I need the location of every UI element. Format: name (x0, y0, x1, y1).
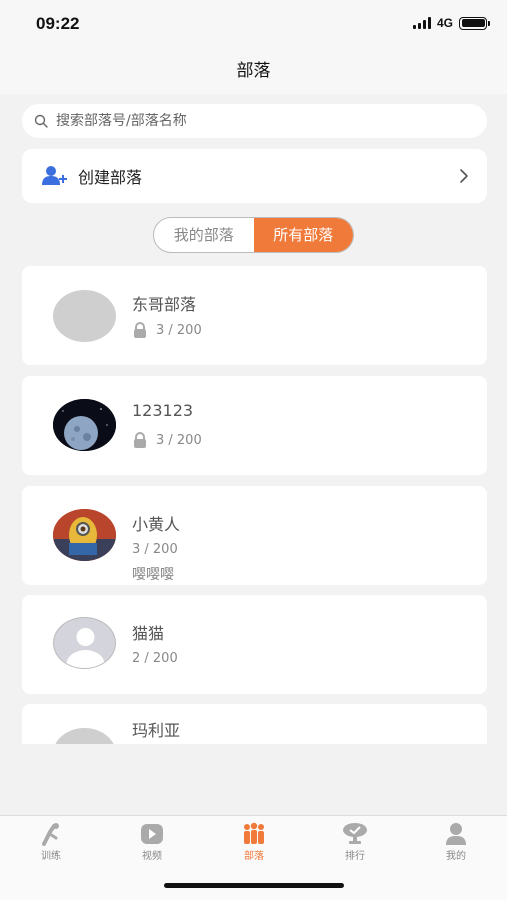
status-indicators: 4G (412, 16, 490, 30)
tribe-avatar (53, 399, 116, 451)
tab-label: 视频 (142, 851, 162, 862)
tribe-name: 小黄人 (132, 515, 181, 534)
chevron-right-icon (460, 169, 468, 183)
default-user-icon (66, 628, 105, 668)
search-bar[interactable] (22, 104, 487, 138)
tribe-list-item[interactable]: 小黄人 3 / 200 嘤嘤嘤 (22, 486, 487, 585)
tribe-member-count: 3 / 200 (132, 542, 178, 557)
tab-label: 部落 (244, 851, 264, 862)
battery-icon (459, 16, 490, 30)
tribe-list-item[interactable]: 玛利亚 (22, 704, 487, 744)
tab-label: 训练 (41, 851, 61, 862)
lock-icon (134, 322, 146, 338)
tribe-name: 玛利亚 (132, 721, 181, 740)
user-icon (446, 823, 466, 845)
status-time: 09:22 (36, 14, 80, 33)
create-tribe-button[interactable]: 创建部落 (22, 149, 487, 203)
trophy-icon (343, 823, 367, 844)
tab-label: 排行 (345, 851, 365, 862)
tribe-name: 东哥部落 (132, 295, 197, 314)
minion-image (53, 509, 116, 561)
tab-all-tribes[interactable]: 所有部落 (253, 218, 353, 252)
tab-training[interactable]: 训练 (21, 822, 81, 862)
tab-profile[interactable]: 我的 (426, 822, 486, 862)
create-tribe-label: 创建部落 (78, 168, 143, 187)
tab-ranking[interactable]: 排行 (325, 822, 385, 862)
member-count: 3 / 200 (156, 432, 202, 448)
tab-tribe[interactable]: 部落 (224, 822, 284, 862)
home-indicator[interactable] (164, 883, 344, 888)
tribe-description: 嘤嘤嘤 (132, 567, 174, 583)
tribe-list-item[interactable]: 东哥部落 3 / 200 (22, 266, 487, 365)
tab-video[interactable]: 视频 (122, 822, 182, 862)
tribe-icon (244, 822, 264, 844)
signal-icon (412, 17, 431, 29)
training-icon (42, 823, 59, 846)
video-icon (141, 824, 163, 844)
tribe-avatar (53, 617, 116, 669)
tab-my-tribes[interactable]: 我的部落 (154, 218, 254, 252)
moon-image (53, 399, 116, 451)
tribe-list: 东哥部落 3 / 200 123123 3 / 200 小黄人 3 / 200 … (0, 266, 507, 744)
tribe-avatar (53, 290, 116, 342)
search-input[interactable] (56, 113, 456, 129)
member-count: 2 / 200 (132, 651, 178, 666)
search-icon (34, 114, 48, 128)
tribe-avatar (53, 728, 116, 744)
tribe-member-count: 2 / 200 (132, 651, 178, 666)
tab-label: 我的 (446, 851, 466, 862)
lock-icon (134, 432, 146, 448)
tribe-list-item[interactable]: 猫猫 2 / 200 (22, 595, 487, 694)
member-count: 3 / 200 (132, 542, 178, 557)
nav-bar: 部落 (0, 50, 507, 94)
member-count: 3 / 200 (156, 322, 202, 338)
tribe-list-item[interactable]: 123123 3 / 200 (22, 376, 487, 475)
add-user-icon (42, 166, 67, 185)
page-title: 部落 (236, 61, 271, 81)
tribe-member-count: 3 / 200 (132, 322, 202, 338)
tribe-name: 猫猫 (132, 624, 165, 643)
tribe-name: 123123 (132, 401, 194, 420)
status-bar: 09:22 4G (0, 0, 507, 50)
tribe-member-count: 3 / 200 (132, 432, 202, 448)
network-type: 4G (436, 16, 453, 30)
tribe-filter-segment: 我的部落 所有部落 (153, 217, 354, 253)
tribe-avatar (53, 509, 116, 561)
